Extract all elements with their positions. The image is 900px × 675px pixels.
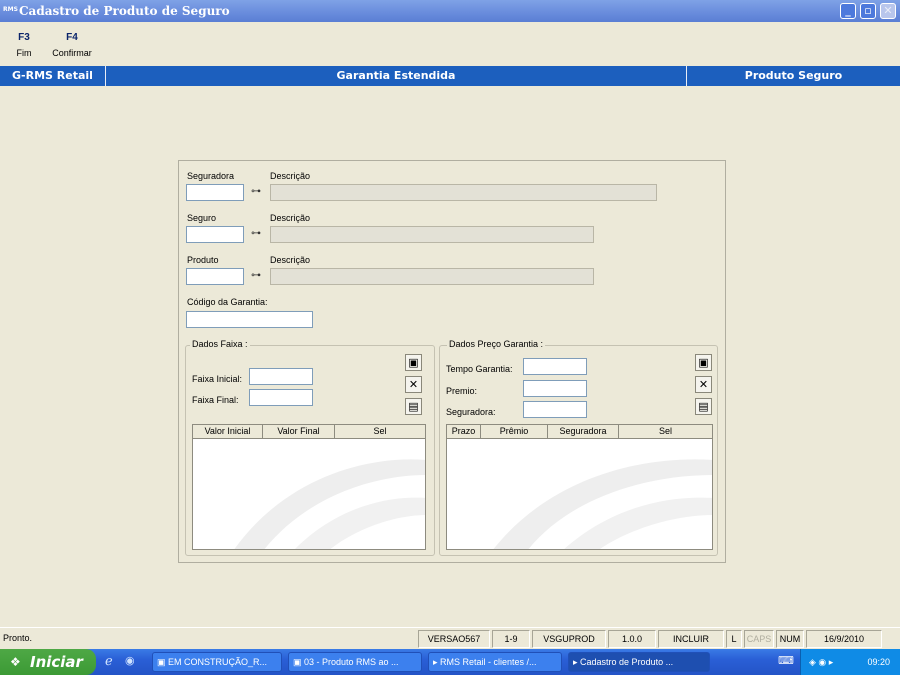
seguradora-input[interactable] [186, 184, 244, 201]
maximize-button[interactable]: ▫ [860, 3, 876, 19]
new-document-icon[interactable]: ▤ [405, 398, 422, 415]
binoculars-icon[interactable]: ⊶ [248, 268, 264, 284]
delete-icon[interactable]: ✕ [695, 376, 712, 393]
f3-action-label: Fim [16, 48, 32, 58]
faixa-final-input[interactable] [249, 389, 313, 406]
faixa-grid[interactable]: Valor Inicial Valor Final Sel [192, 424, 426, 550]
taskbar: ❖ Iniciar ℯ ◉ ▣ EM CONSTRUÇÃO_R... ▣ 03 … [0, 649, 900, 675]
codigo-garantia-input[interactable] [186, 311, 313, 328]
status-mode: INCLUIR [658, 630, 724, 648]
preco-grid-header: Prazo Prêmio Seguradora Sel [447, 425, 712, 439]
seguro-input[interactable] [186, 226, 244, 243]
tempo-garantia-input[interactable] [523, 358, 587, 375]
status-date: 16/9/2010 [806, 630, 882, 648]
faixa-col-valor-inicial[interactable]: Valor Inicial [193, 425, 263, 439]
status-program: VSGUPROD [532, 630, 606, 648]
start-button[interactable]: ❖ Iniciar [0, 649, 96, 675]
f3-fim-button[interactable]: F3 Fim [8, 32, 40, 59]
faixa-inicial-label: Faixa Inicial: [192, 374, 243, 384]
status-version: VERSAO567 [418, 630, 490, 648]
faixa-col-valor-final[interactable]: Valor Final [263, 425, 335, 439]
app-icon: RMS [3, 6, 18, 13]
f4-confirmar-button[interactable]: F4 Confirmar [50, 32, 94, 59]
status-caps: CAPS [744, 630, 774, 648]
faixa-col-sel[interactable]: Sel [335, 425, 425, 439]
system-tray: ◈ ◉ ▸ 09:20 [800, 649, 900, 675]
new-document-icon[interactable]: ▤ [695, 398, 712, 415]
keyboard-icon[interactable]: ⌨ [778, 654, 794, 667]
grid-watermark [493, 459, 712, 549]
status-l: L [726, 630, 742, 648]
f4-action-label: Confirmar [52, 48, 92, 58]
preco-col-prazo[interactable]: Prazo [447, 425, 481, 439]
preco-grid[interactable]: Prazo Prêmio Seguradora Sel [446, 424, 713, 550]
f3-key-label: F3 [18, 32, 30, 43]
premio-input[interactable] [523, 380, 587, 397]
taskbar-task[interactable]: ▣ 03 - Produto RMS ao ... [288, 652, 422, 672]
faixa-inicial-input[interactable] [249, 368, 313, 385]
ie-icon[interactable]: ℯ [105, 654, 113, 669]
word-icon: ▣ [157, 657, 169, 667]
desktop-icon[interactable]: ◉ [125, 654, 135, 667]
status-range: 1-9 [492, 630, 530, 648]
taskbar-task-active[interactable]: ▸ Cadastro de Produto ... [568, 652, 710, 672]
preco-col-seguradora[interactable]: Seguradora [548, 425, 619, 439]
produto-input[interactable] [186, 268, 244, 285]
tray-icons[interactable]: ◈ ◉ ▸ [809, 649, 833, 675]
seguro-descricao-label: Descrição [270, 213, 311, 223]
seguradora-descricao-field [270, 184, 657, 201]
produto-label: Produto [187, 255, 219, 265]
title-bar[interactable]: RMS Cadastro de Produto de Seguro _ ▫ ✕ [0, 0, 900, 22]
rms-icon: ▸ [573, 657, 581, 667]
preco-seguradora-label: Seguradora: [446, 407, 496, 417]
header-screen: Produto Seguro [744, 69, 843, 82]
seguradora-label: Seguradora [187, 171, 235, 181]
header-band: G-RMS Retail Garantia Estendida Produto … [0, 66, 900, 86]
close-button[interactable]: ✕ [880, 3, 896, 19]
status-message: Pronto. [3, 633, 33, 643]
header-module: Garantia Estendida [336, 69, 456, 82]
produto-descricao-label: Descrição [270, 255, 311, 265]
start-label: Iniciar [30, 653, 83, 671]
faixa-final-label: Faixa Final: [192, 395, 239, 405]
rms-icon: ▸ [433, 657, 441, 667]
seguradora-descricao-label: Descrição [270, 171, 311, 181]
form-panel: Seguradora Descrição ⊶ Seguro Descrição … [178, 160, 726, 563]
dados-faixa-legend: Dados Faixa : [190, 339, 250, 350]
taskbar-task[interactable]: ▣ EM CONSTRUÇÃO_R... [152, 652, 282, 672]
produto-descricao-field [270, 268, 594, 285]
codigo-garantia-label: Código da Garantia: [187, 297, 268, 307]
grid-watermark [234, 459, 425, 549]
delete-icon[interactable]: ✕ [405, 376, 422, 393]
clock: 09:20 [867, 657, 890, 667]
preco-seguradora-input[interactable] [523, 401, 587, 418]
status-num: NUM [776, 630, 804, 648]
binoculars-icon[interactable]: ⊶ [248, 226, 264, 242]
tempo-garantia-label: Tempo Garantia: [446, 364, 513, 374]
dados-preco-legend: Dados Preço Garantia : [447, 339, 546, 350]
preco-col-premio[interactable]: Prêmio [481, 425, 548, 439]
premio-label: Premio: [446, 386, 478, 396]
seguro-label: Seguro [187, 213, 217, 223]
seguro-descricao-field [270, 226, 594, 243]
header-system: G-RMS Retail [12, 69, 93, 82]
windows-logo-icon: ❖ [10, 655, 21, 669]
taskbar-task[interactable]: ▸ RMS Retail - clientes /... [428, 652, 562, 672]
window-title: Cadastro de Produto de Seguro [19, 4, 230, 18]
faixa-grid-header: Valor Inicial Valor Final Sel [193, 425, 425, 439]
preco-col-sel[interactable]: Sel [619, 425, 712, 439]
save-icon[interactable]: ▣ [695, 354, 712, 371]
status-bar: Pronto. VERSAO567 1-9 VSGUPROD 1.0.0 INC… [0, 627, 900, 649]
status-release: 1.0.0 [608, 630, 656, 648]
binoculars-icon[interactable]: ⊶ [248, 184, 264, 200]
minimize-button[interactable]: _ [840, 3, 856, 19]
f4-key-label: F4 [66, 32, 78, 43]
save-icon[interactable]: ▣ [405, 354, 422, 371]
word-icon: ▣ [293, 657, 305, 667]
